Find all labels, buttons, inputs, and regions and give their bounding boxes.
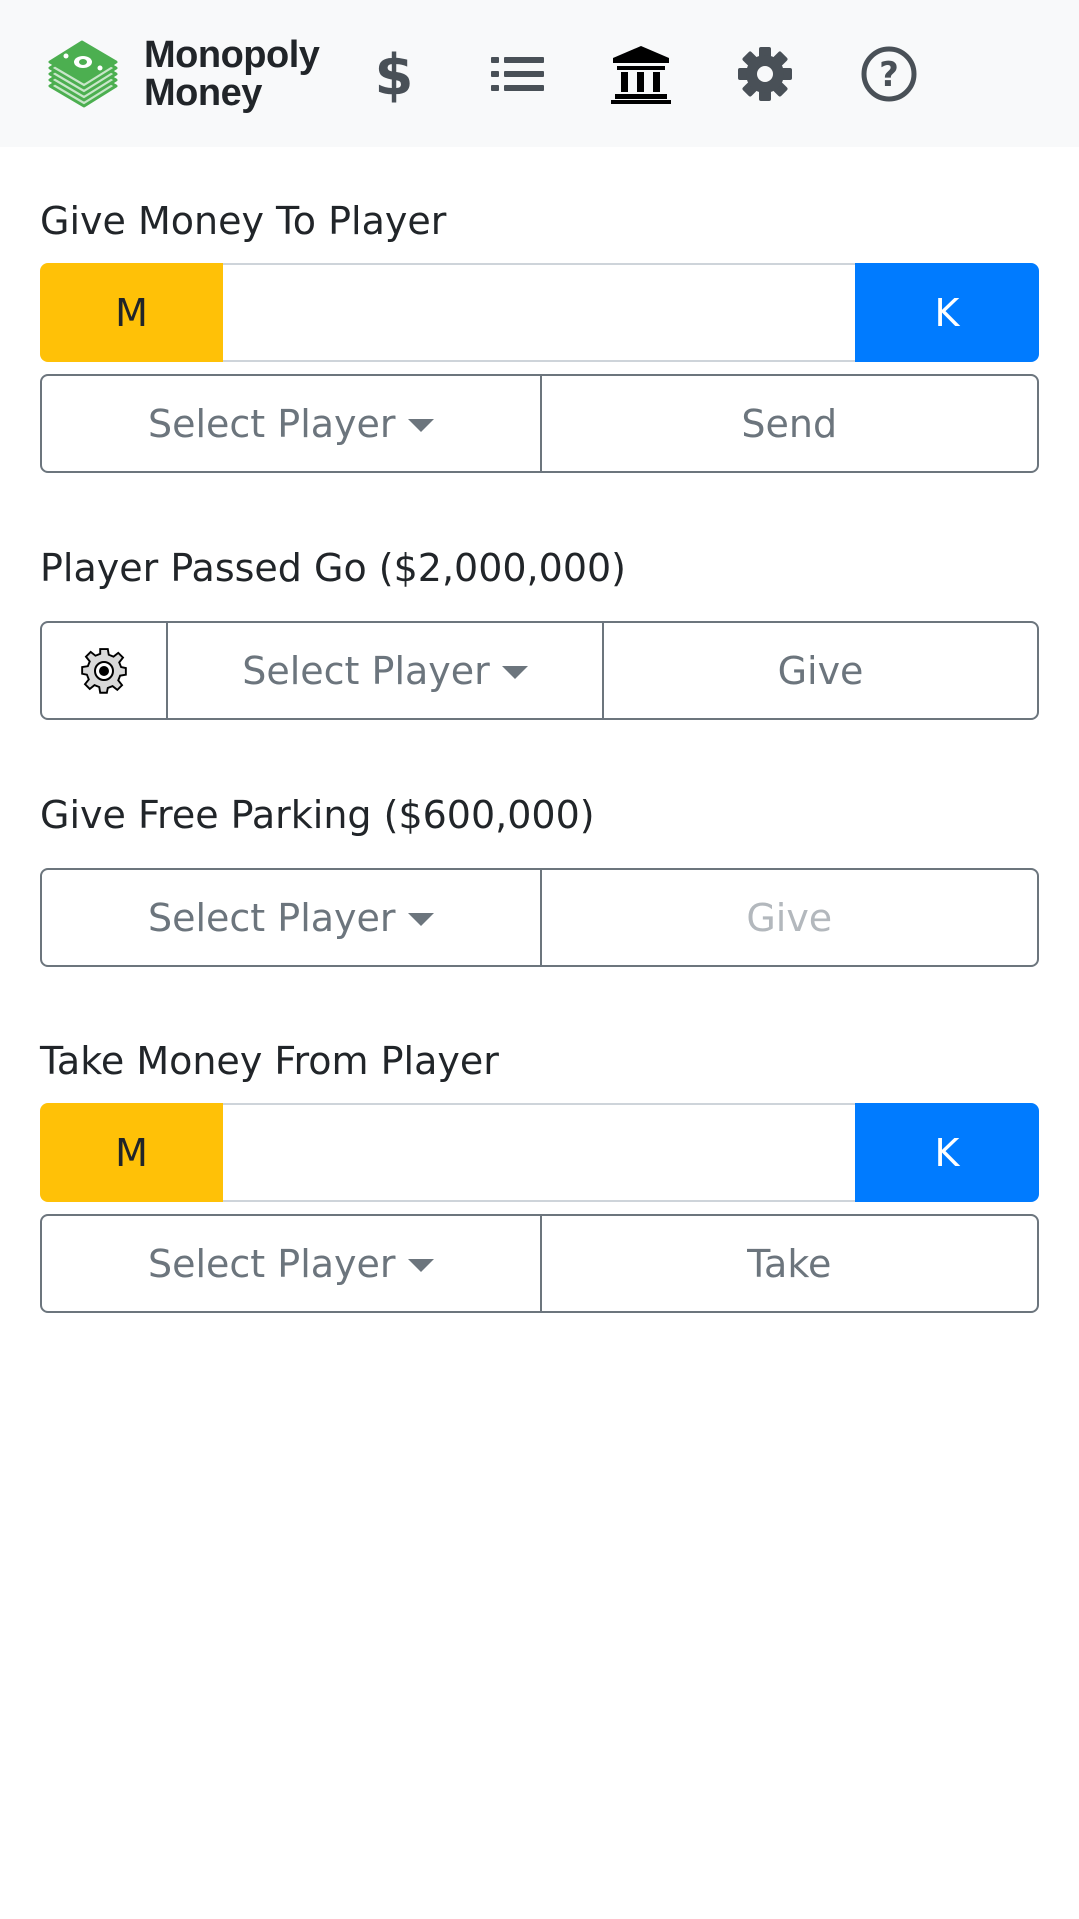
svg-text:$: $: [375, 44, 414, 104]
brand[interactable]: Monopoly Money: [44, 34, 320, 114]
dollar-icon: $: [375, 44, 414, 104]
give-amount-input[interactable]: [223, 263, 855, 362]
nav-help[interactable]: ?: [859, 44, 919, 104]
nav-settings[interactable]: [735, 44, 795, 104]
caret-down-icon: [407, 1259, 434, 1272]
send-button[interactable]: Send: [539, 376, 1038, 471]
free-parking-actions: Select Player Give: [40, 868, 1039, 967]
help-icon: ?: [861, 46, 917, 102]
top-navbar: Monopoly Money $ ?: [0, 0, 1079, 147]
take-money-actions: Select Player Take: [40, 1214, 1039, 1313]
gear-icon: [81, 647, 127, 694]
give-select-player-dropdown[interactable]: Select Player: [42, 376, 540, 471]
free-parking-give-button[interactable]: Give: [539, 870, 1038, 965]
caret-down-icon: [501, 666, 528, 679]
passed-go-title: Player Passed Go ($2,000,000): [40, 546, 626, 590]
caret-down-icon: [407, 913, 434, 926]
give-millions-button[interactable]: M: [40, 263, 223, 362]
take-button[interactable]: Take: [539, 1216, 1038, 1311]
money-stack-logo-icon: [48, 40, 118, 108]
take-select-player-dropdown[interactable]: Select Player: [42, 1216, 540, 1311]
passed-go-actions: Select Player Give: [40, 621, 1039, 720]
take-amount-input[interactable]: [223, 1103, 855, 1202]
passed-go-select-player-dropdown[interactable]: Select Player: [166, 623, 602, 718]
take-amount-group: M K: [40, 1103, 1039, 1202]
brand-line-1: Monopoly: [144, 34, 320, 76]
passed-go-settings-button[interactable]: [42, 623, 166, 718]
brand-name: Monopoly Money: [144, 34, 320, 114]
caret-down-icon: [407, 419, 434, 432]
take-thousands-button[interactable]: K: [855, 1103, 1039, 1202]
gear-icon: [738, 47, 792, 101]
take-select-player-label: Select Player: [147, 1241, 396, 1286]
passed-go-select-player-label: Select Player: [242, 648, 490, 693]
free-parking-select-player-dropdown[interactable]: Select Player: [42, 870, 540, 965]
give-money-title: Give Money To Player: [40, 199, 447, 243]
give-money-actions: Select Player Send: [40, 374, 1039, 473]
give-thousands-button[interactable]: K: [855, 263, 1039, 362]
take-millions-button[interactable]: M: [40, 1103, 223, 1202]
list-icon: [491, 57, 544, 91]
nav-transactions[interactable]: [488, 44, 548, 104]
nav-dollar[interactable]: $: [364, 44, 424, 104]
brand-line-2: Money: [144, 72, 262, 114]
take-money-title: Take Money From Player: [40, 1039, 499, 1083]
svg-text:?: ?: [879, 55, 899, 95]
give-amount-group: M K: [40, 263, 1039, 362]
passed-go-give-button[interactable]: Give: [602, 623, 1037, 718]
free-parking-select-player-label: Select Player: [147, 895, 396, 940]
nav-bank[interactable]: [611, 44, 671, 104]
give-select-player-label: Select Player: [147, 401, 396, 446]
bank-icon: [611, 46, 671, 104]
free-parking-title: Give Free Parking ($600,000): [40, 793, 595, 837]
